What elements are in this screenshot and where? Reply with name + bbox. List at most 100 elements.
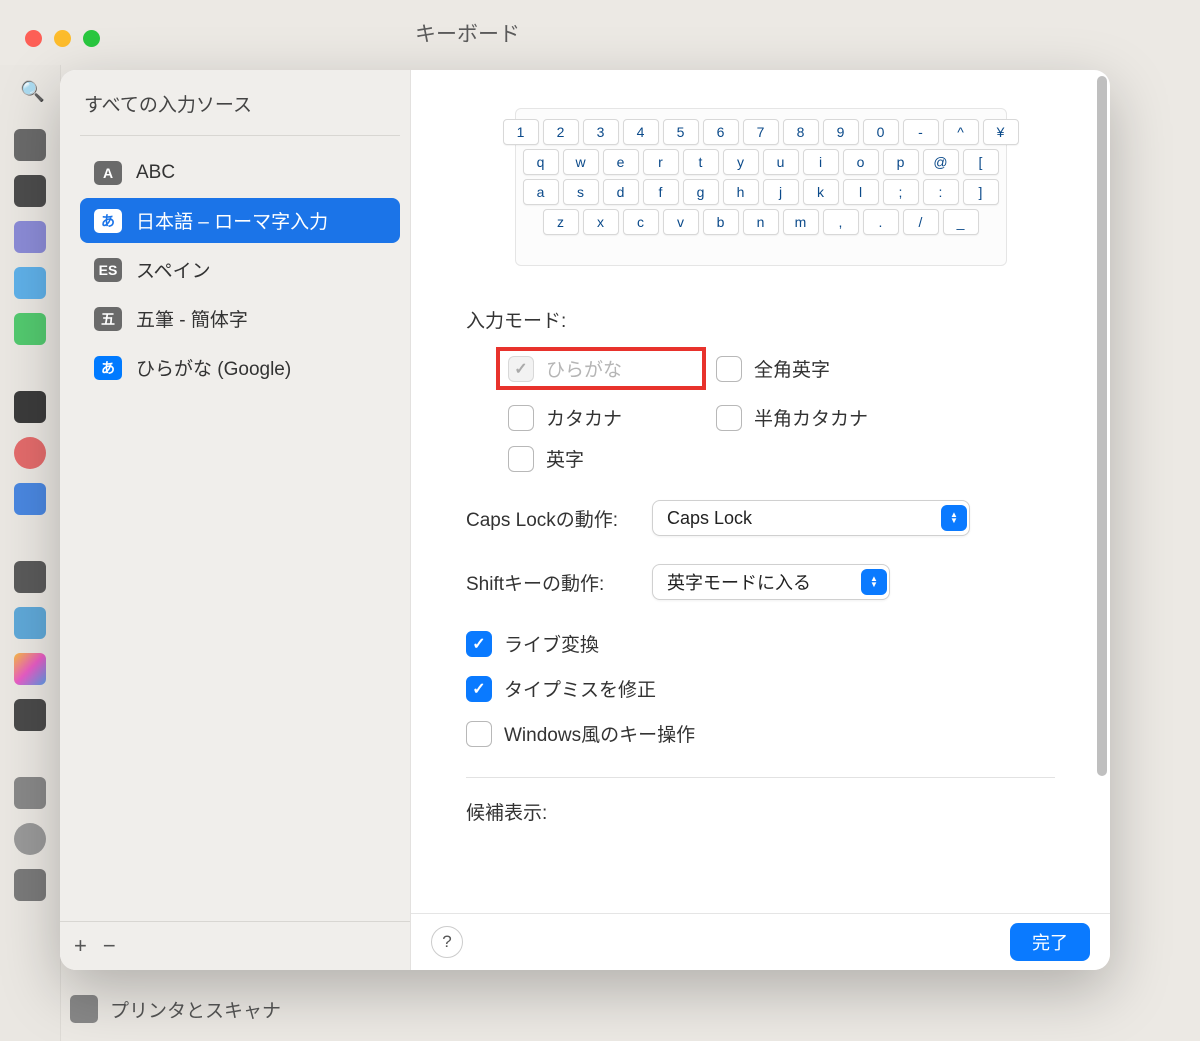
keyboard-key: 6 xyxy=(703,119,739,145)
shift-key-row: Shiftキーの動作: 英字モードに入る xyxy=(466,564,1055,600)
add-source-button[interactable]: + xyxy=(74,933,87,959)
source-list: AABCあ日本語 – ローマ字入力ESスペイン五五筆 - 簡体字あひらがな (G… xyxy=(80,152,400,394)
printer-icon xyxy=(70,995,98,1023)
keyboard-key: t xyxy=(683,149,719,175)
fix-typo-checkbox[interactable] xyxy=(466,676,492,702)
bg-sidebar: 🔍 xyxy=(0,65,61,1041)
sidebar-icon[interactable] xyxy=(14,221,46,253)
sidebar-icon[interactable] xyxy=(14,267,46,299)
input-mode-hiragana-highlight: ひらがな xyxy=(496,347,706,390)
caps-lock-select[interactable]: Caps Lock xyxy=(652,500,970,536)
sheet-sidebar-footer: + − xyxy=(60,921,410,970)
remove-source-button[interactable]: − xyxy=(103,933,116,959)
source-badge: あ xyxy=(94,209,122,233)
keyboard-key: [ xyxy=(963,149,999,175)
close-dot[interactable] xyxy=(25,30,42,47)
keyboard-key: 1 xyxy=(503,119,539,145)
zenkaku-checkbox[interactable] xyxy=(716,356,742,382)
divider xyxy=(80,135,400,136)
sidebar-icon[interactable] xyxy=(14,653,46,685)
live-conversion-checkbox[interactable] xyxy=(466,631,492,657)
source-item[interactable]: あひらがな (Google) xyxy=(80,345,400,390)
source-badge: あ xyxy=(94,356,122,380)
hiragana-checkbox xyxy=(508,356,534,382)
source-item[interactable]: AABC xyxy=(80,152,400,194)
minimize-dot[interactable] xyxy=(54,30,71,47)
sidebar-icon[interactable] xyxy=(14,391,46,423)
source-item[interactable]: 五五筆 - 簡体字 xyxy=(80,296,400,341)
sidebar-icon[interactable] xyxy=(14,777,46,809)
keyboard-key: g xyxy=(683,179,719,205)
caps-lock-label: Caps Lockの動作: xyxy=(466,505,636,532)
keyboard-key: , xyxy=(823,209,859,235)
source-item[interactable]: ESスペイン xyxy=(80,247,400,292)
input-mode-grid: ひらがな 全角英字 カタカナ 半角カタカナ xyxy=(496,347,1055,472)
help-button[interactable]: ? xyxy=(431,926,463,958)
windows-style-checkbox[interactable] xyxy=(466,721,492,747)
sidebar-icon[interactable] xyxy=(14,869,46,901)
sidebar-icon[interactable] xyxy=(14,313,46,345)
zenkaku-label: 全角英字 xyxy=(754,355,830,382)
window-controls xyxy=(25,30,100,47)
sidebar-icon[interactable] xyxy=(14,175,46,207)
keyboard-key: f xyxy=(643,179,679,205)
shift-key-label: Shiftキーの動作: xyxy=(466,569,636,596)
eiji-checkbox[interactable] xyxy=(508,446,534,472)
source-item[interactable]: あ日本語 – ローマ字入力 xyxy=(80,198,400,243)
input-sources-sheet: すべての入力ソース AABCあ日本語 – ローマ字入力ESスペイン五五筆 - 簡… xyxy=(60,70,1110,970)
input-mode-label: 入力モード: xyxy=(466,306,1055,333)
keyboard-key: r xyxy=(643,149,679,175)
sidebar-icon[interactable] xyxy=(14,607,46,639)
keyboard-key: 5 xyxy=(663,119,699,145)
source-label: ひらがな (Google) xyxy=(136,354,291,381)
chevron-updown-icon xyxy=(861,569,887,595)
keyboard-key: 2 xyxy=(543,119,579,145)
keyboard-key: p xyxy=(883,149,919,175)
keyboard-key: ; xyxy=(883,179,919,205)
keyboard-key: ¥ xyxy=(983,119,1019,145)
keyboard-key: i xyxy=(803,149,839,175)
shift-key-select[interactable]: 英字モードに入る xyxy=(652,564,890,600)
fix-typo-label: タイプミスを修正 xyxy=(504,675,656,702)
sidebar-icon[interactable] xyxy=(14,561,46,593)
keyboard-key: 4 xyxy=(623,119,659,145)
sheet-footer: ? 完了 xyxy=(411,913,1110,970)
done-button[interactable]: 完了 xyxy=(1010,923,1090,961)
keyboard-key: n xyxy=(743,209,779,235)
scrollbar[interactable] xyxy=(1097,76,1107,776)
bg-bottom-item[interactable]: プリンタとスキャナ xyxy=(70,995,281,1023)
keyboard-key: e xyxy=(603,149,639,175)
katakana-label: カタカナ xyxy=(546,404,622,431)
bg-window-title: キーボード xyxy=(415,18,520,48)
sheet-sidebar: すべての入力ソース AABCあ日本語 – ローマ字入力ESスペイン五五筆 - 簡… xyxy=(60,70,411,970)
sidebar-icon[interactable] xyxy=(14,699,46,731)
keyboard-key: 0 xyxy=(863,119,899,145)
keyboard-key: h xyxy=(723,179,759,205)
keyboard-key: q xyxy=(523,149,559,175)
source-label: 五筆 - 簡体字 xyxy=(136,305,248,332)
keyboard-key: z xyxy=(543,209,579,235)
keyboard-key: j xyxy=(763,179,799,205)
keyboard-key: _ xyxy=(943,209,979,235)
keyboard-key: c xyxy=(623,209,659,235)
sidebar-icon[interactable] xyxy=(14,483,46,515)
zoom-dot[interactable] xyxy=(83,30,100,47)
keyboard-preview: 1234567890-^¥ qwertyuiop@[ asdfghjkl;:] … xyxy=(515,108,1007,266)
eiji-label: 英字 xyxy=(546,445,584,472)
hankata-checkbox[interactable] xyxy=(716,405,742,431)
keyboard-key: o xyxy=(843,149,879,175)
candidate-label: 候補表示: xyxy=(466,798,1055,825)
keyboard-key: m xyxy=(783,209,819,235)
sidebar-icon[interactable] xyxy=(14,823,46,855)
chevron-updown-icon xyxy=(941,505,967,531)
divider xyxy=(466,777,1055,778)
keyboard-key: - xyxy=(903,119,939,145)
keyboard-key: l xyxy=(843,179,879,205)
sidebar-icon[interactable] xyxy=(14,437,46,469)
sidebar-icon[interactable] xyxy=(14,129,46,161)
hankata-label: 半角カタカナ xyxy=(754,404,868,431)
keyboard-key: b xyxy=(703,209,739,235)
source-badge: 五 xyxy=(94,307,122,331)
katakana-checkbox[interactable] xyxy=(508,405,534,431)
search-icon[interactable]: 🔍 xyxy=(20,79,45,104)
